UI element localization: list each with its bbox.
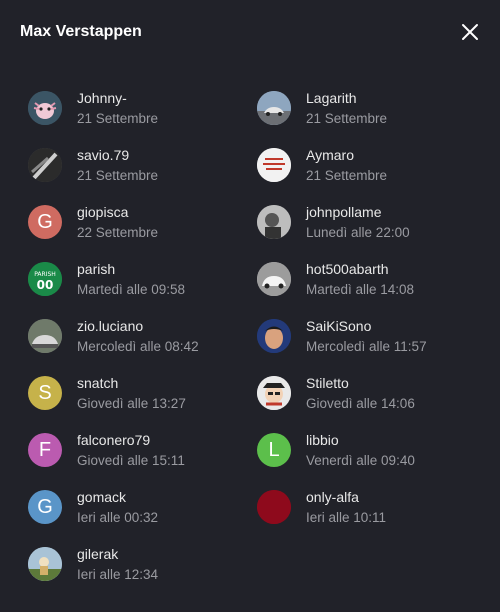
solid-avatar[interactable]: [257, 490, 291, 524]
user-list-item[interactable]: johnpollame Lunedì alle 22:00: [257, 200, 486, 244]
dark-photo-avatar[interactable]: [28, 148, 62, 182]
jersey-avatar[interactable]: PARISH 00: [28, 262, 62, 296]
timestamp: 21 Settembre: [77, 167, 159, 183]
user-list-item[interactable]: gilerak Ieri alle 12:34: [28, 542, 257, 586]
user-list-item[interactable]: SaiKiSono Mercoledì alle 11:57: [257, 314, 486, 358]
avatar[interactable]: G: [28, 490, 62, 524]
user-list-item[interactable]: Llibbio Venerdì alle 09:40: [257, 428, 486, 472]
user-meta: libbio Venerdì alle 09:40: [306, 431, 415, 470]
timestamp: Mercoledì alle 11:57: [306, 338, 427, 354]
timestamp: Ieri alle 12:34: [77, 566, 159, 582]
username[interactable]: hot500abarth: [306, 260, 414, 278]
car-avatar[interactable]: [257, 91, 291, 125]
timestamp: 21 Settembre: [77, 110, 159, 126]
user-meta: Lagarith 21 Settembre: [306, 89, 387, 128]
username[interactable]: only-alfa: [306, 488, 386, 506]
username[interactable]: SaiKiSono: [306, 317, 427, 335]
timestamp: Ieri alle 00:32: [77, 509, 159, 525]
timestamp: 21 Settembre: [306, 110, 388, 126]
timestamp: Martedì alle 14:08: [306, 281, 415, 297]
likes-dialog: Max Verstappen Johnny- 21 Settembre Lagari…: [0, 0, 500, 612]
user-meta: Johnny- 21 Settembre: [77, 89, 158, 128]
dialog-header: Max Verstappen: [20, 22, 480, 44]
user-meta: Aymaro 21 Settembre: [306, 146, 387, 185]
username[interactable]: Stiletto: [306, 374, 415, 392]
username[interactable]: giopisca: [77, 203, 158, 221]
user-meta: johnpollame Lunedì alle 22:00: [306, 203, 410, 242]
axolotl-avatar[interactable]: [28, 91, 62, 125]
svg-text:PARISH: PARISH: [34, 271, 56, 278]
username[interactable]: parish: [77, 260, 185, 278]
silver-car-avatar[interactable]: [28, 319, 62, 353]
user-list-item[interactable]: Ggiopisca 22 Settembre: [28, 200, 257, 244]
user-list-item[interactable]: zio.luciano Mercoledì alle 08:42: [28, 314, 257, 358]
scene-avatar[interactable]: [28, 547, 62, 581]
avatar-letter: G: [37, 495, 53, 518]
avatar[interactable]: F: [28, 433, 62, 467]
user-list-item[interactable]: PARISH 00 parish Martedì alle 09:58: [28, 257, 257, 301]
user-meta: gomack Ieri alle 00:32: [77, 488, 158, 527]
text-logo-avatar[interactable]: [257, 148, 291, 182]
close-icon: [462, 24, 478, 40]
user-list-item[interactable]: Ffalconero79 Giovedì alle 15:11: [28, 428, 257, 472]
user-list-item[interactable]: only-alfa Ieri alle 10:11: [257, 485, 486, 529]
username[interactable]: gilerak: [77, 545, 158, 563]
username[interactable]: Aymaro: [306, 146, 387, 164]
timestamp: Martedì alle 09:58: [77, 281, 186, 297]
cartoon-avatar[interactable]: [257, 376, 291, 410]
face-avatar[interactable]: [257, 319, 291, 353]
user-list: Johnny- 21 Settembre Lagarith 21 Settembre s…: [28, 86, 488, 586]
user-meta: giopisca 22 Settembre: [77, 203, 158, 242]
timestamp: Ieri alle 10:11: [306, 509, 387, 525]
username[interactable]: zio.luciano: [77, 317, 199, 335]
username[interactable]: libbio: [306, 431, 415, 449]
white-car-avatar[interactable]: [257, 262, 291, 296]
username[interactable]: falconero79: [77, 431, 185, 449]
timestamp: Mercoledì alle 08:42: [77, 338, 199, 354]
user-list-item[interactable]: Johnny- 21 Settembre: [28, 86, 257, 130]
svg-text:00: 00: [37, 278, 54, 292]
timestamp: Giovedì alle 13:27: [77, 395, 186, 411]
user-meta: only-alfa Ieri alle 10:11: [306, 488, 386, 527]
user-list-item[interactable]: Ssnatch Giovedì alle 13:27: [28, 371, 257, 415]
username[interactable]: snatch: [77, 374, 186, 392]
username[interactable]: Johnny-: [77, 89, 158, 107]
user-list-item[interactable]: Stiletto Giovedì alle 14:06: [257, 371, 486, 415]
user-meta: hot500abarth Martedì alle 14:08: [306, 260, 414, 299]
user-list-item[interactable]: Aymaro 21 Settembre: [257, 143, 486, 187]
user-list-item[interactable]: Lagarith 21 Settembre: [257, 86, 486, 130]
user-meta: SaiKiSono Mercoledì alle 11:57: [306, 317, 427, 356]
dialog-title: Max Verstappen: [20, 23, 142, 40]
timestamp: Giovedì alle 14:06: [306, 395, 415, 411]
timestamp: Venerdì alle 09:40: [306, 452, 415, 468]
user-meta: parish Martedì alle 09:58: [77, 260, 185, 299]
bw-photo-avatar[interactable]: [257, 205, 291, 239]
timestamp: 21 Settembre: [306, 167, 388, 183]
user-list-item[interactable]: hot500abarth Martedì alle 14:08: [257, 257, 486, 301]
username[interactable]: savio.79: [77, 146, 158, 164]
user-meta: zio.luciano Mercoledì alle 08:42: [77, 317, 199, 356]
avatar-letter: S: [38, 381, 52, 404]
avatar[interactable]: L: [257, 433, 291, 467]
user-list-item[interactable]: Ggomack Ieri alle 00:32: [28, 485, 257, 529]
timestamp: 22 Settembre: [77, 224, 159, 240]
user-meta: gilerak Ieri alle 12:34: [77, 545, 158, 584]
user-meta: Stiletto Giovedì alle 14:06: [306, 374, 415, 413]
user-meta: falconero79 Giovedì alle 15:11: [77, 431, 185, 470]
user-meta: savio.79 21 Settembre: [77, 146, 158, 185]
user-meta: snatch Giovedì alle 13:27: [77, 374, 186, 413]
avatar[interactable]: S: [28, 376, 62, 410]
avatar-letter: G: [37, 210, 53, 233]
timestamp: Lunedì alle 22:00: [306, 224, 410, 240]
username[interactable]: johnpollame: [306, 203, 410, 221]
user-list-item[interactable]: savio.79 21 Settembre: [28, 143, 257, 187]
avatar-letter: F: [38, 438, 52, 461]
username[interactable]: gomack: [77, 488, 158, 506]
timestamp: Giovedì alle 15:11: [77, 452, 185, 468]
avatar-letter: L: [268, 438, 280, 461]
username[interactable]: Lagarith: [306, 89, 387, 107]
avatar[interactable]: G: [28, 205, 62, 239]
close-button[interactable]: [460, 22, 480, 42]
